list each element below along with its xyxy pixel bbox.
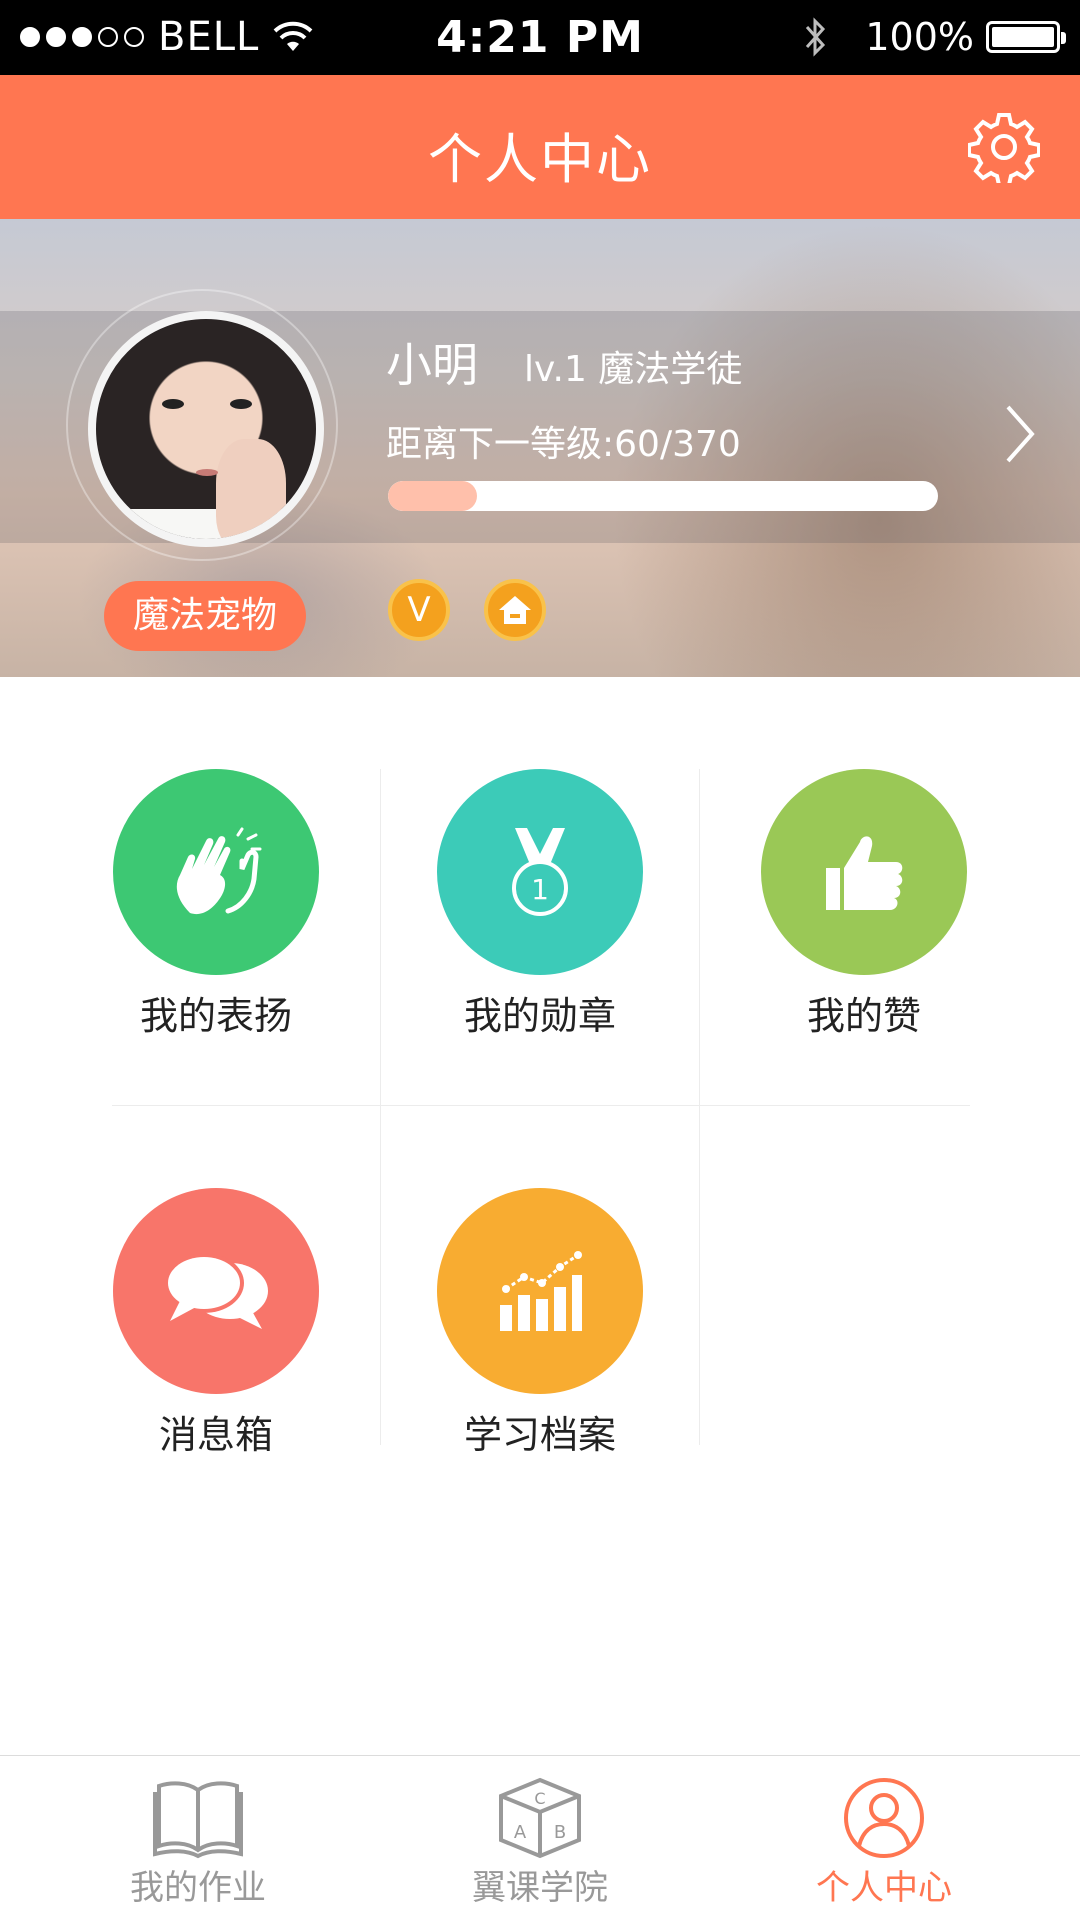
status-bar: BELL 4:21 PM 100% [0, 0, 1080, 75]
my-medals-label: 我的勋章 [463, 994, 616, 1038]
svg-text:A: A [514, 1822, 527, 1843]
grid-divider [380, 769, 381, 1445]
chat-bubbles-icon [164, 1253, 268, 1329]
tab-personal-center[interactable]: 个人中心 [734, 1756, 1034, 1920]
clapping-hands-icon [176, 827, 262, 915]
svg-text:1: 1 [531, 873, 549, 906]
bottom-tab-bar: 我的作业 C A B 翼课学院 个人中心 [0, 1755, 1080, 1920]
feature-grid: 我的表扬 1 我的勋章 我的赞 消息箱 学习档案 [0, 677, 1080, 1757]
level-progress-fill [388, 481, 478, 511]
tab-yike-academy[interactable]: C A B 翼课学院 [390, 1756, 690, 1920]
profile-banner: 小明 lv.1 魔法学徒 距离下一等级:60/370 魔法宠物 V [0, 219, 1080, 677]
my-medals-button[interactable]: 1 我的勋章 [437, 769, 643, 1040]
user-name: 小明 [386, 338, 478, 392]
level-progress-text: 距离下一等级:60/370 [386, 424, 741, 465]
likes-icon-circle [761, 769, 967, 975]
my-likes-button[interactable]: 我的赞 [761, 769, 967, 1040]
book-icon [153, 1781, 243, 1859]
tab-personal-center-label: 个人中心 [816, 1868, 952, 1908]
messages-icon-circle [113, 1188, 319, 1394]
screen: BELL 4:21 PM 100% 个人中心 小明 lv.1 魔法学徒 距离下一… [0, 0, 1080, 1920]
house-badge-icon[interactable] [484, 579, 546, 641]
user-icon [844, 1778, 924, 1858]
medal-icon: 1 [512, 828, 568, 916]
gear-icon[interactable] [968, 111, 1040, 183]
abc-cube-icon: C A B [499, 1777, 581, 1859]
my-likes-label: 我的赞 [806, 994, 921, 1038]
message-box-label: 消息箱 [158, 1413, 273, 1457]
page-title: 个人中心 [428, 128, 652, 191]
tab-my-homework[interactable]: 我的作业 [48, 1756, 348, 1920]
bluetooth-icon [806, 17, 826, 57]
level-progress-bar [388, 481, 938, 511]
medals-icon-circle: 1 [437, 769, 643, 975]
praise-icon-circle [113, 769, 319, 975]
magic-pet-button[interactable]: 魔法宠物 [104, 581, 306, 651]
avatar[interactable] [88, 311, 324, 547]
grid-divider [112, 1105, 970, 1106]
learning-record-icon-circle [437, 1188, 643, 1394]
learning-record-label: 学习档案 [463, 1413, 616, 1457]
v-badge-text: V [407, 590, 431, 630]
chevron-right-icon[interactable] [1000, 399, 1040, 469]
bar-chart-icon [500, 1251, 582, 1331]
v-badge-icon[interactable]: V [388, 579, 450, 641]
learning-record-button[interactable]: 学习档案 [437, 1188, 643, 1459]
thumbs-up-icon [826, 836, 903, 910]
message-box-button[interactable]: 消息箱 [113, 1188, 319, 1459]
grid-divider [699, 769, 700, 1445]
tab-my-homework-label: 我的作业 [130, 1868, 266, 1908]
my-praise-button[interactable]: 我的表扬 [113, 769, 319, 1040]
battery-icon [986, 21, 1066, 53]
header-bar: 个人中心 [0, 75, 1080, 219]
svg-text:C: C [534, 1789, 545, 1808]
my-praise-label: 我的表扬 [139, 994, 292, 1038]
svg-text:B: B [554, 1822, 566, 1843]
tab-yike-academy-label: 翼课学院 [472, 1868, 608, 1908]
user-level: lv.1 魔法学徒 [524, 349, 743, 390]
battery-percentage: 100% [865, 15, 974, 59]
